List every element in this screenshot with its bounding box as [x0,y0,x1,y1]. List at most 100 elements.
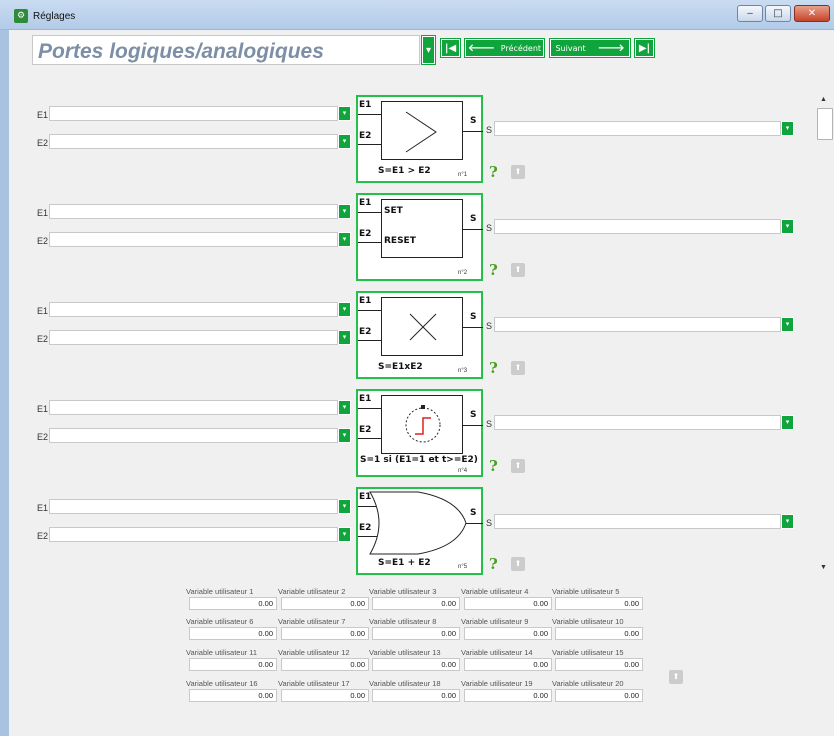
help-icon[interactable]: ? [489,555,498,573]
user-variable-input[interactable]: 0.00 [281,689,369,702]
input-e1-select[interactable] [49,499,338,514]
help-icon[interactable]: ? [489,163,498,181]
pin-s: S [470,116,477,126]
input-e1-select[interactable] [49,302,338,317]
user-variable-input[interactable]: 0.00 [464,627,552,640]
input-e1-select[interactable] [49,106,338,121]
upload-icon[interactable]: ⬆ [511,361,525,375]
help-icon[interactable]: ? [489,457,498,475]
user-variable-input[interactable]: 0.00 [464,658,552,671]
pin-s: S [470,214,477,224]
input-e2-select[interactable] [49,330,338,345]
scroll-up-icon[interactable]: ▲ [820,96,827,103]
user-variable-input[interactable]: 0.00 [464,597,552,610]
output-s-select[interactable] [494,121,781,136]
previous-button[interactable]: 🡐 Précédent [464,38,545,58]
input-e2-select[interactable] [49,134,338,149]
user-variable-input[interactable]: 0.00 [555,689,643,702]
close-button[interactable]: ✕ [794,5,830,22]
arrow-left-icon: 🡐 [467,43,495,54]
chevron-down-icon[interactable]: ▾ [338,527,351,542]
user-variable-input[interactable]: 0.00 [555,597,643,610]
page-dropdown-button[interactable]: ▾ [421,35,436,65]
user-variable-input[interactable]: 0.00 [189,658,277,671]
output-s-select[interactable] [494,317,781,332]
user-variable-input[interactable]: 0.00 [281,597,369,610]
input-e2-select[interactable] [49,428,338,443]
input-e1-select[interactable] [49,204,338,219]
user-variable-input[interactable]: 0.00 [189,627,277,640]
user-variable-input[interactable]: 0.00 [372,658,460,671]
user-variable-input[interactable]: 0.00 [555,627,643,640]
user-variable-input[interactable]: 0.00 [372,627,460,640]
help-icon[interactable]: ? [489,359,498,377]
gate-block-5: E1 E2 S S=E1 + E2 n°5 [356,487,483,575]
next-button[interactable]: Suivant 🡒 [549,38,631,58]
input-e2-select[interactable] [49,232,338,247]
user-variable-label: Variable utilisateur 11 [186,648,258,657]
gate-block-2: E1 E2 S SET RESET n°2 [356,193,483,281]
chevron-down-icon[interactable]: ▾ [781,514,794,529]
user-variable-input[interactable]: 0.00 [189,689,277,702]
user-variable-label: Variable utilisateur 16 [186,679,258,688]
upload-icon[interactable]: ⬆ [511,165,525,179]
pin-s: S [470,410,477,420]
output-s-select[interactable] [494,415,781,430]
user-variable-input[interactable]: 0.00 [281,658,369,671]
user-variable-input[interactable]: 0.00 [555,658,643,671]
user-variable-label: Variable utilisateur 13 [369,648,441,657]
chevron-down-icon[interactable]: ▾ [338,330,351,345]
chevron-down-icon[interactable]: ▾ [338,204,351,219]
upload-icon[interactable]: ⬆ [511,263,525,277]
chevron-down-icon[interactable]: ▾ [781,219,794,234]
gate-formula: S=E1xE2 [378,362,423,372]
chevron-down-icon[interactable]: ▾ [781,415,794,430]
input-e2-label: E2 [37,138,49,148]
chevron-down-icon: ▾ [425,44,432,56]
input-e1-label: E1 [37,503,49,513]
chevron-down-icon[interactable]: ▾ [338,428,351,443]
gate-block-4: E1 E2 S S=1 si (E1=1 et t>=E2) n°4 [356,389,483,477]
gate-body [381,395,463,454]
help-icon[interactable]: ? [489,261,498,279]
gate-number: n°2 [458,270,468,276]
scroll-down-icon[interactable]: ▼ [820,564,827,571]
input-e2-label: E2 [37,531,49,541]
upload-icon[interactable]: ⬆ [511,557,525,571]
user-variable-input[interactable]: 0.00 [281,627,369,640]
user-variable-input[interactable]: 0.00 [464,689,552,702]
gate-number: n°1 [458,172,468,178]
input-e2-select[interactable] [49,527,338,542]
maximize-button[interactable]: □ [765,5,791,22]
chevron-down-icon[interactable]: ▾ [338,134,351,149]
vertical-scrollbar[interactable]: ▲ ▼ [816,96,834,574]
chevron-down-icon[interactable]: ▾ [338,232,351,247]
minimize-button[interactable]: ‒ [737,5,763,22]
upload-icon[interactable]: ⬆ [511,459,525,473]
wire [358,242,381,243]
chevron-down-icon[interactable]: ▾ [338,400,351,415]
scroll-thumb[interactable] [817,108,833,140]
input-e1-label: E1 [37,306,49,316]
gate-number: n°4 [458,468,468,474]
input-e1-label: E1 [37,110,49,120]
output-s-label: S [486,518,493,528]
chevron-down-icon[interactable]: ▾ [781,317,794,332]
chevron-down-icon[interactable]: ▾ [338,106,351,121]
page-selector[interactable]: Portes logiques/analogiques [32,35,420,65]
input-e1-select[interactable] [49,400,338,415]
user-variable-label: Variable utilisateur 2 [278,587,346,596]
upload-variables-icon[interactable]: ⬆ [669,670,683,684]
first-page-button[interactable]: |◀ [440,38,461,58]
last-page-button[interactable]: ▶| [634,38,655,58]
user-variable-input[interactable]: 0.00 [372,689,460,702]
output-s-select[interactable] [494,514,781,529]
wire [463,327,483,328]
output-s-select[interactable] [494,219,781,234]
chevron-down-icon[interactable]: ▾ [338,302,351,317]
user-variable-input[interactable]: 0.00 [189,597,277,610]
chevron-down-icon[interactable]: ▾ [338,499,351,514]
chevron-down-icon[interactable]: ▾ [781,121,794,136]
user-variable-input[interactable]: 0.00 [372,597,460,610]
user-variable-label: Variable utilisateur 3 [369,587,437,596]
